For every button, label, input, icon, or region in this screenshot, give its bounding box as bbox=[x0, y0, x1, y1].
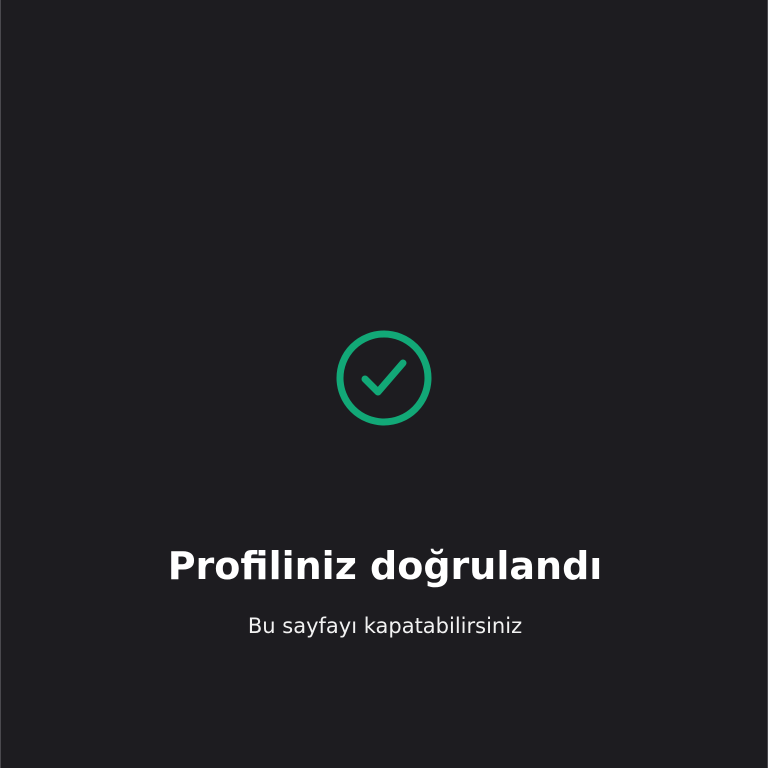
page-subtitle: Bu sayfayı kapatabilirsiniz bbox=[247, 614, 523, 638]
check-circle-icon bbox=[336, 330, 432, 426]
verification-success-screen: Profiliniz doğrulandı Bu sayfayı kapatab… bbox=[0, 0, 768, 768]
page-title: Profiliniz doğrulandı bbox=[167, 544, 603, 588]
